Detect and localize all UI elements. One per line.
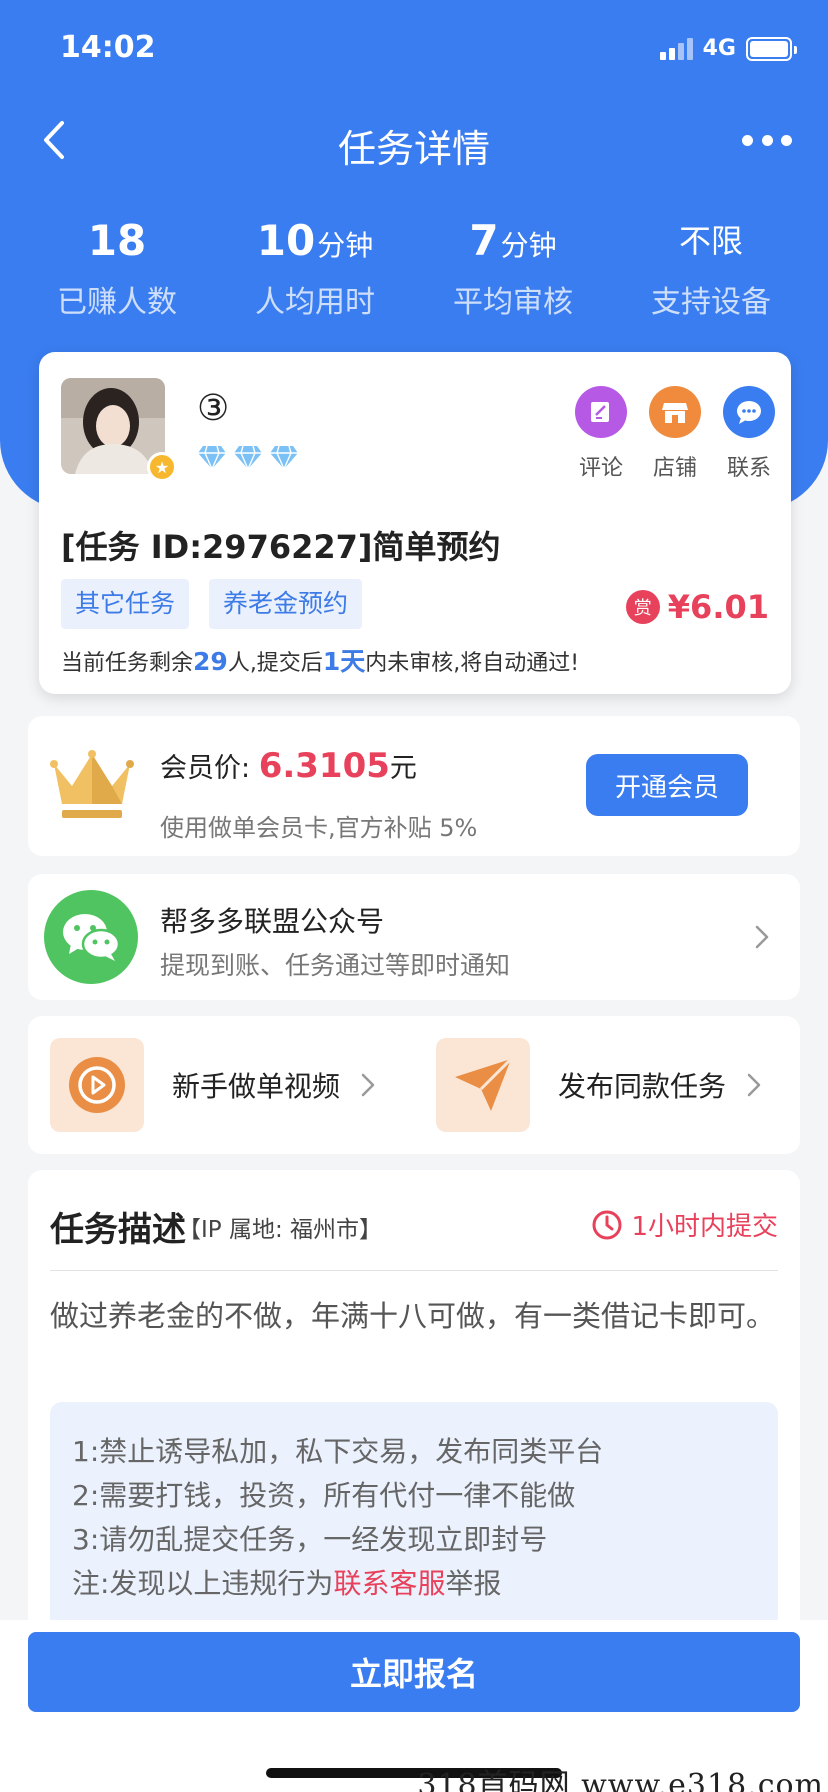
nav-bar: 任务详情 (0, 100, 828, 180)
more-dot-icon (742, 134, 753, 146)
shop-label: 店铺 (652, 456, 697, 481)
rule-item: 3:请勿乱提交任务，一经发现立即封号 (72, 1523, 548, 1556)
task-tag: 其它任务 (61, 579, 190, 629)
shortcuts-card: 新手做单视频 发布同款任务 (28, 1016, 800, 1154)
chat-bubble-icon (723, 386, 775, 438)
divider (50, 1270, 778, 1271)
comment-label: 评论 (578, 456, 623, 481)
remain-mid: 人,提交后 (227, 651, 323, 676)
task-tag: 养老金预约 (209, 579, 363, 629)
stat-devices: 不限 支持设备 (612, 215, 810, 325)
task-reward: 赏 ¥6.01 (625, 588, 769, 626)
contact-support-link[interactable]: 联系客服 (333, 1567, 445, 1600)
deadline: 1小时内提交 (591, 1206, 778, 1243)
signal-icon (659, 37, 693, 60)
stat-unit: 分钟 (317, 229, 374, 262)
play-icon (50, 1038, 144, 1132)
beginner-video-label: 新手做单视频 (172, 1070, 341, 1103)
diamond-icon (234, 445, 262, 470)
stat-value: 18 (87, 216, 147, 265)
page-title: 任务详情 (337, 127, 490, 171)
comment-button[interactable]: 评论 (569, 386, 633, 482)
reward-badge-icon: 赏 (625, 590, 660, 624)
vip-price-line: 会员价: 6.3105元 (160, 746, 417, 786)
vip-price-unit: 元 (389, 753, 417, 784)
wechat-account-title: 帮多多联盟公众号 (160, 905, 385, 938)
wechat-account-card[interactable]: 帮多多联盟公众号 提现到账、任务通过等即时通知 (28, 874, 800, 1000)
stat-earned-count: 18 已赚人数 (18, 215, 216, 325)
rule-item: 2:需要打钱，投资，所有代付一律不能做 (72, 1479, 576, 1512)
task-remaining-info: 当前任务剩余29人,提交后1天内未审核,将自动通过! (61, 642, 579, 678)
vip-price: 6.3105 (258, 746, 390, 786)
stat-label: 已赚人数 (57, 285, 177, 320)
stat-avg-review: 7分钟 平均审核 (414, 215, 612, 325)
stat-value: 10 (256, 216, 316, 265)
stat-label: 人均用时 (255, 285, 375, 320)
status-indicators: 4G (659, 36, 797, 61)
wechat-icon (44, 890, 138, 984)
beginner-video-link[interactable]: 新手做单视频 (50, 1038, 378, 1132)
remain-prefix: 当前任务剩余 (61, 651, 194, 676)
contact-button[interactable]: 联系 (717, 386, 781, 482)
more-dot-icon (761, 134, 773, 146)
stat-unit: 分钟 (500, 229, 557, 262)
task-description-card: 任务描述 【IP 属地: 福州市】 1小时内提交 做过养老金的不做，年满十八可做… (28, 1170, 800, 1650)
stat-label: 平均审核 (453, 285, 573, 320)
vip-subtitle: 使用做单会员卡,官方补贴 5% (160, 814, 478, 842)
task-stats: 18 已赚人数 10分钟 人均用时 7分钟 平均审核 不限 支持设备 (18, 215, 810, 325)
network-type: 4G (702, 36, 736, 61)
status-bar: 14:02 4G (0, 0, 828, 100)
remain-days: 1天 (322, 647, 366, 676)
send-icon (436, 1038, 530, 1132)
contact-label: 联系 (726, 456, 771, 481)
stat-value: 7 (469, 216, 499, 265)
watermark: 318首码网 www.e318.com (417, 1768, 824, 1792)
rules-box: 1:禁止诱导私加，私下交易，发布同类平台 2:需要打钱，投资，所有代付一律不能做… (50, 1402, 778, 1642)
wechat-account-subtitle: 提现到账、任务通过等即时通知 (160, 951, 511, 980)
stat-value: 不限 (678, 222, 743, 260)
publish-same-task-label: 发布同款任务 (558, 1070, 727, 1103)
level-diamonds (197, 444, 299, 470)
remain-count: 29 (193, 647, 228, 676)
remain-suffix: 内未审核,将自动通过! (365, 651, 580, 676)
more-button[interactable] (742, 122, 792, 158)
description-text: 做过养老金的不做，年满十八可做，有一类借记卡即可。 (50, 1299, 776, 1333)
chevron-right-icon (744, 1071, 764, 1099)
stat-label: 支持设备 (651, 285, 771, 320)
note-prefix: 注:发现以上违规行为 (72, 1567, 334, 1600)
shop-icon (649, 386, 701, 438)
battery-icon (746, 36, 797, 61)
clock-icon (592, 1210, 622, 1239)
deadline-text: 1小时内提交 (631, 1212, 778, 1242)
rule-note: 注:发现以上违规行为联系客服举报 (72, 1562, 756, 1606)
diamond-icon (270, 445, 298, 470)
task-title: [任务 ID:2976227]简单预约 (61, 528, 501, 566)
vip-price-label: 会员价: (160, 753, 259, 784)
vip-card: 会员价: 6.3105元 使用做单会员卡,官方补贴 5% 开通会员 (28, 716, 800, 856)
task-card: ★ ③ 评论 店铺 联系 [任务 ID:2976227]简单预约 其它任务 养老… (39, 352, 791, 694)
edit-icon (575, 386, 627, 438)
crown-icon (50, 746, 134, 826)
signup-button[interactable]: 立即报名 (28, 1632, 800, 1712)
shop-button[interactable]: 店铺 (643, 386, 707, 482)
bottom-bar: 立即报名 318首码网 www.e318.com (0, 1620, 828, 1792)
stat-avg-time: 10分钟 人均用时 (216, 215, 414, 325)
rule-item: 1:禁止诱导私加，私下交易，发布同类平台 (72, 1435, 604, 1468)
chevron-right-icon (358, 1071, 378, 1099)
publish-same-task-link[interactable]: 发布同款任务 (436, 1038, 764, 1132)
chevron-right-icon (752, 923, 772, 951)
more-dot-icon (781, 134, 792, 146)
open-vip-button[interactable]: 开通会员 (586, 754, 748, 816)
star-badge-icon: ★ (147, 452, 177, 482)
description-title: 任务描述 (50, 1210, 186, 1250)
reward-amount: ¥6.01 (667, 588, 769, 626)
note-suffix: 举报 (445, 1567, 502, 1600)
diamond-icon (198, 445, 226, 470)
status-time: 14:02 (60, 30, 156, 65)
ip-location: 【IP 属地: 福州市】 (178, 1217, 383, 1243)
publisher-name: ③ (197, 388, 230, 429)
